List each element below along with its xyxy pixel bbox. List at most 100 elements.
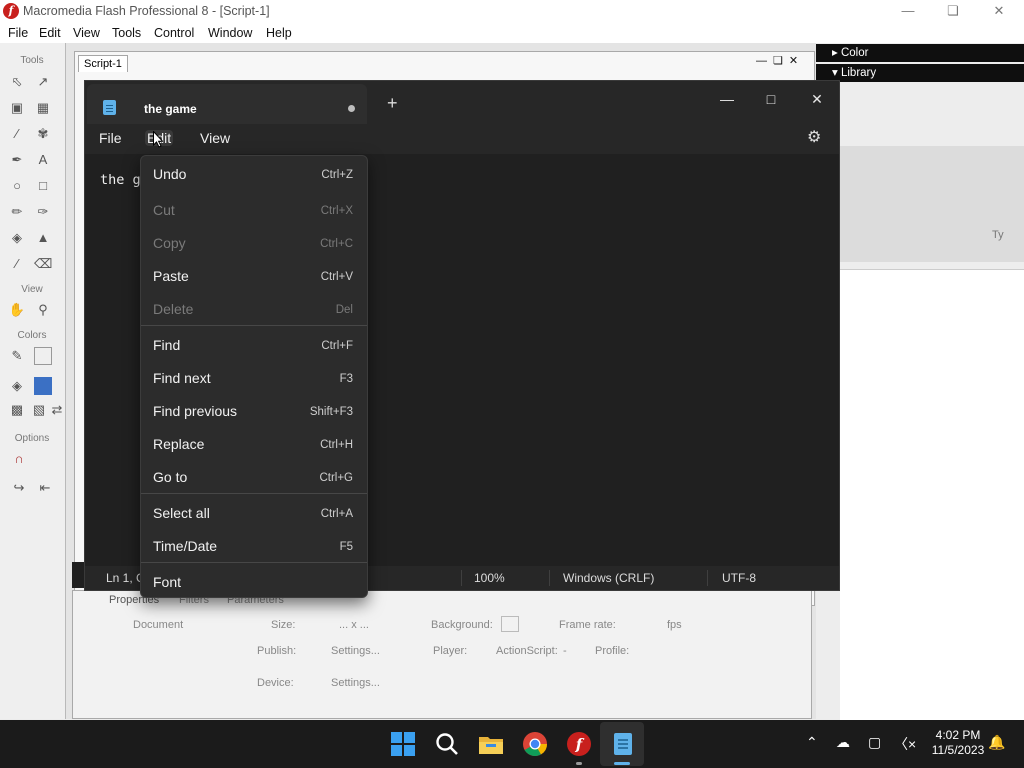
- windows-start-icon[interactable]: [389, 730, 417, 758]
- brush-tool-icon[interactable]: ✑: [34, 203, 52, 221]
- subselect-tool-icon[interactable]: ↗: [34, 73, 52, 91]
- oval-tool-icon[interactable]: ○: [8, 177, 26, 195]
- settings-gear-icon[interactable]: ⚙: [807, 127, 821, 147]
- fill-swatch-icon[interactable]: [34, 377, 52, 395]
- menu-item-find-next[interactable]: Find next F3: [141, 362, 367, 392]
- player-label: Player:: [433, 645, 468, 657]
- notepad-maximize-button[interactable]: □: [749, 85, 793, 113]
- menu-item-time-date[interactable]: Time/Date F5: [141, 530, 367, 560]
- status-divider: [707, 570, 708, 586]
- arrow-tool-icon[interactable]: ⬁: [8, 73, 26, 91]
- script-tab[interactable]: Script-1: [78, 55, 128, 72]
- straighten-icon[interactable]: ⇤: [36, 479, 54, 497]
- eyedropper-tool-icon[interactable]: ⁄: [8, 255, 26, 273]
- hand-tool-icon[interactable]: ✋: [8, 301, 26, 319]
- menu-item-go-to[interactable]: Go to Ctrl+G: [141, 461, 367, 491]
- document-label: Document: [133, 619, 184, 631]
- network-icon[interactable]: ▢: [868, 734, 881, 751]
- eraser-tool-icon[interactable]: ⌫: [34, 255, 52, 273]
- background-label: Background:: [431, 619, 493, 631]
- gradient-tool-icon[interactable]: ▦: [34, 99, 52, 117]
- flash-menu-view[interactable]: View: [73, 26, 100, 40]
- paint-bucket-tool-icon[interactable]: ▲: [34, 229, 52, 247]
- clock-time: 4:02 PM: [935, 728, 981, 742]
- background-swatch[interactable]: [501, 616, 519, 632]
- status-divider: [549, 570, 550, 586]
- fps-label: fps: [667, 619, 682, 631]
- menu-item-paste[interactable]: Paste Ctrl+V: [141, 260, 367, 290]
- document-window-controls[interactable]: —❏✕: [756, 54, 804, 67]
- flash-menu-tools[interactable]: Tools: [112, 26, 141, 40]
- notepad-menu-file[interactable]: File: [97, 130, 124, 146]
- stroke-color-icon[interactable]: ✎: [8, 347, 26, 365]
- menu-item-select-all[interactable]: Select all Ctrl+A: [141, 497, 367, 527]
- free-transform-tool-icon[interactable]: ▣: [8, 99, 26, 117]
- fill-color-icon[interactable]: ◈: [8, 377, 26, 395]
- menu-item-shortcut: Ctrl+V: [320, 271, 353, 283]
- encoding: UTF-8: [722, 571, 756, 585]
- flash-menu-window[interactable]: Window: [208, 26, 252, 40]
- flash-app-icon[interactable]: f: [565, 730, 593, 758]
- smooth-icon[interactable]: ↪: [10, 479, 28, 497]
- flash-menu-file[interactable]: File: [8, 26, 28, 40]
- library-preview: [840, 146, 1024, 262]
- default-colors-icon[interactable]: ▩: [8, 401, 26, 419]
- taskbar-clock[interactable]: 4:02 PM 11/5/2023: [918, 728, 998, 758]
- magnet-icon[interactable]: ∩: [10, 450, 28, 468]
- menu-item-shortcut: Ctrl+H: [320, 439, 353, 451]
- flash-minimize-button[interactable]: —: [893, 2, 923, 20]
- notepad-icon: [103, 100, 116, 115]
- menu-item-find[interactable]: Find Ctrl+F: [141, 329, 367, 359]
- rectangle-tool-icon[interactable]: □: [34, 177, 52, 195]
- properties-panel: Properties Filters Parameters Document S…: [72, 590, 812, 719]
- notification-bell-icon[interactable]: 🔔: [988, 734, 1005, 751]
- flash-menu-edit[interactable]: Edit: [39, 26, 61, 40]
- chrome-icon[interactable]: [521, 730, 549, 758]
- device-settings-button[interactable]: Settings...: [331, 677, 380, 689]
- notepad-taskbar-icon[interactable]: [609, 730, 637, 758]
- volume-muted-icon[interactable]: 〈×: [894, 734, 916, 754]
- menu-item-copy: Copy Ctrl+C: [141, 227, 367, 257]
- size-value[interactable]: ... x ...: [339, 619, 369, 631]
- pen-tool-icon[interactable]: ✒: [8, 151, 26, 169]
- flash-close-button[interactable]: ✕: [984, 2, 1014, 20]
- publish-settings-button[interactable]: Settings...: [331, 645, 380, 657]
- ink-bottle-tool-icon[interactable]: ◈: [8, 229, 26, 247]
- lasso-tool-icon[interactable]: ✾: [34, 125, 52, 143]
- notepad-tab[interactable]: the game: [87, 84, 367, 124]
- library-panel-header[interactable]: ▾ Library: [816, 64, 1024, 82]
- menu-item-label: Select all: [153, 505, 210, 521]
- text-tool-icon[interactable]: A: [34, 151, 52, 169]
- flash-right-panels: ▸ Color ▾ Library Ty: [816, 43, 1024, 741]
- cursor-position: Ln 1, Col 9: [106, 571, 142, 585]
- menu-item-undo[interactable]: Undo Ctrl+Z: [141, 158, 367, 188]
- menu-item-replace[interactable]: Replace Ctrl+H: [141, 428, 367, 458]
- editor-text[interactable]: the game: [100, 172, 140, 188]
- zoom-tool-icon[interactable]: ⚲: [34, 301, 52, 319]
- stroke-swatch-icon[interactable]: [34, 347, 52, 365]
- flash-menu-control[interactable]: Control: [154, 26, 194, 40]
- file-explorer-icon[interactable]: [477, 730, 505, 758]
- no-color-icon[interactable]: ▧: [30, 401, 48, 419]
- menu-item-font[interactable]: Font: [141, 566, 367, 596]
- menu-item-find-previous[interactable]: Find previous Shift+F3: [141, 395, 367, 425]
- notepad-close-button[interactable]: ✕: [795, 85, 839, 113]
- line-tool-icon[interactable]: ∕: [8, 125, 26, 143]
- pencil-tool-icon[interactable]: ✏: [8, 203, 26, 221]
- flash-menu-help[interactable]: Help: [266, 26, 292, 40]
- swap-colors-icon[interactable]: ⇄: [48, 401, 66, 419]
- flash-restore-button[interactable]: ❏: [938, 2, 968, 20]
- notepad-menu-view[interactable]: View: [198, 130, 232, 146]
- notepad-minimize-button[interactable]: —: [705, 85, 749, 113]
- new-tab-icon[interactable]: +: [387, 93, 398, 114]
- taskbar: f ⌃ ☁ ▢ 〈× 4:02 PM 11/5/2023 🔔: [0, 720, 1024, 768]
- unsaved-indicator-icon[interactable]: [348, 105, 355, 112]
- color-panel-header[interactable]: ▸ Color: [816, 44, 1024, 62]
- mouse-cursor-icon: [153, 131, 163, 148]
- flash-titlebar: f Macromedia Flash Professional 8 - [Scr…: [0, 0, 1024, 23]
- menu-separator: [141, 493, 367, 494]
- show-hidden-icons-chevron-icon[interactable]: ⌃: [806, 734, 818, 751]
- search-icon[interactable]: [433, 730, 461, 758]
- onedrive-cloud-icon[interactable]: ☁: [836, 734, 850, 751]
- type-column-header[interactable]: Ty: [992, 229, 1004, 241]
